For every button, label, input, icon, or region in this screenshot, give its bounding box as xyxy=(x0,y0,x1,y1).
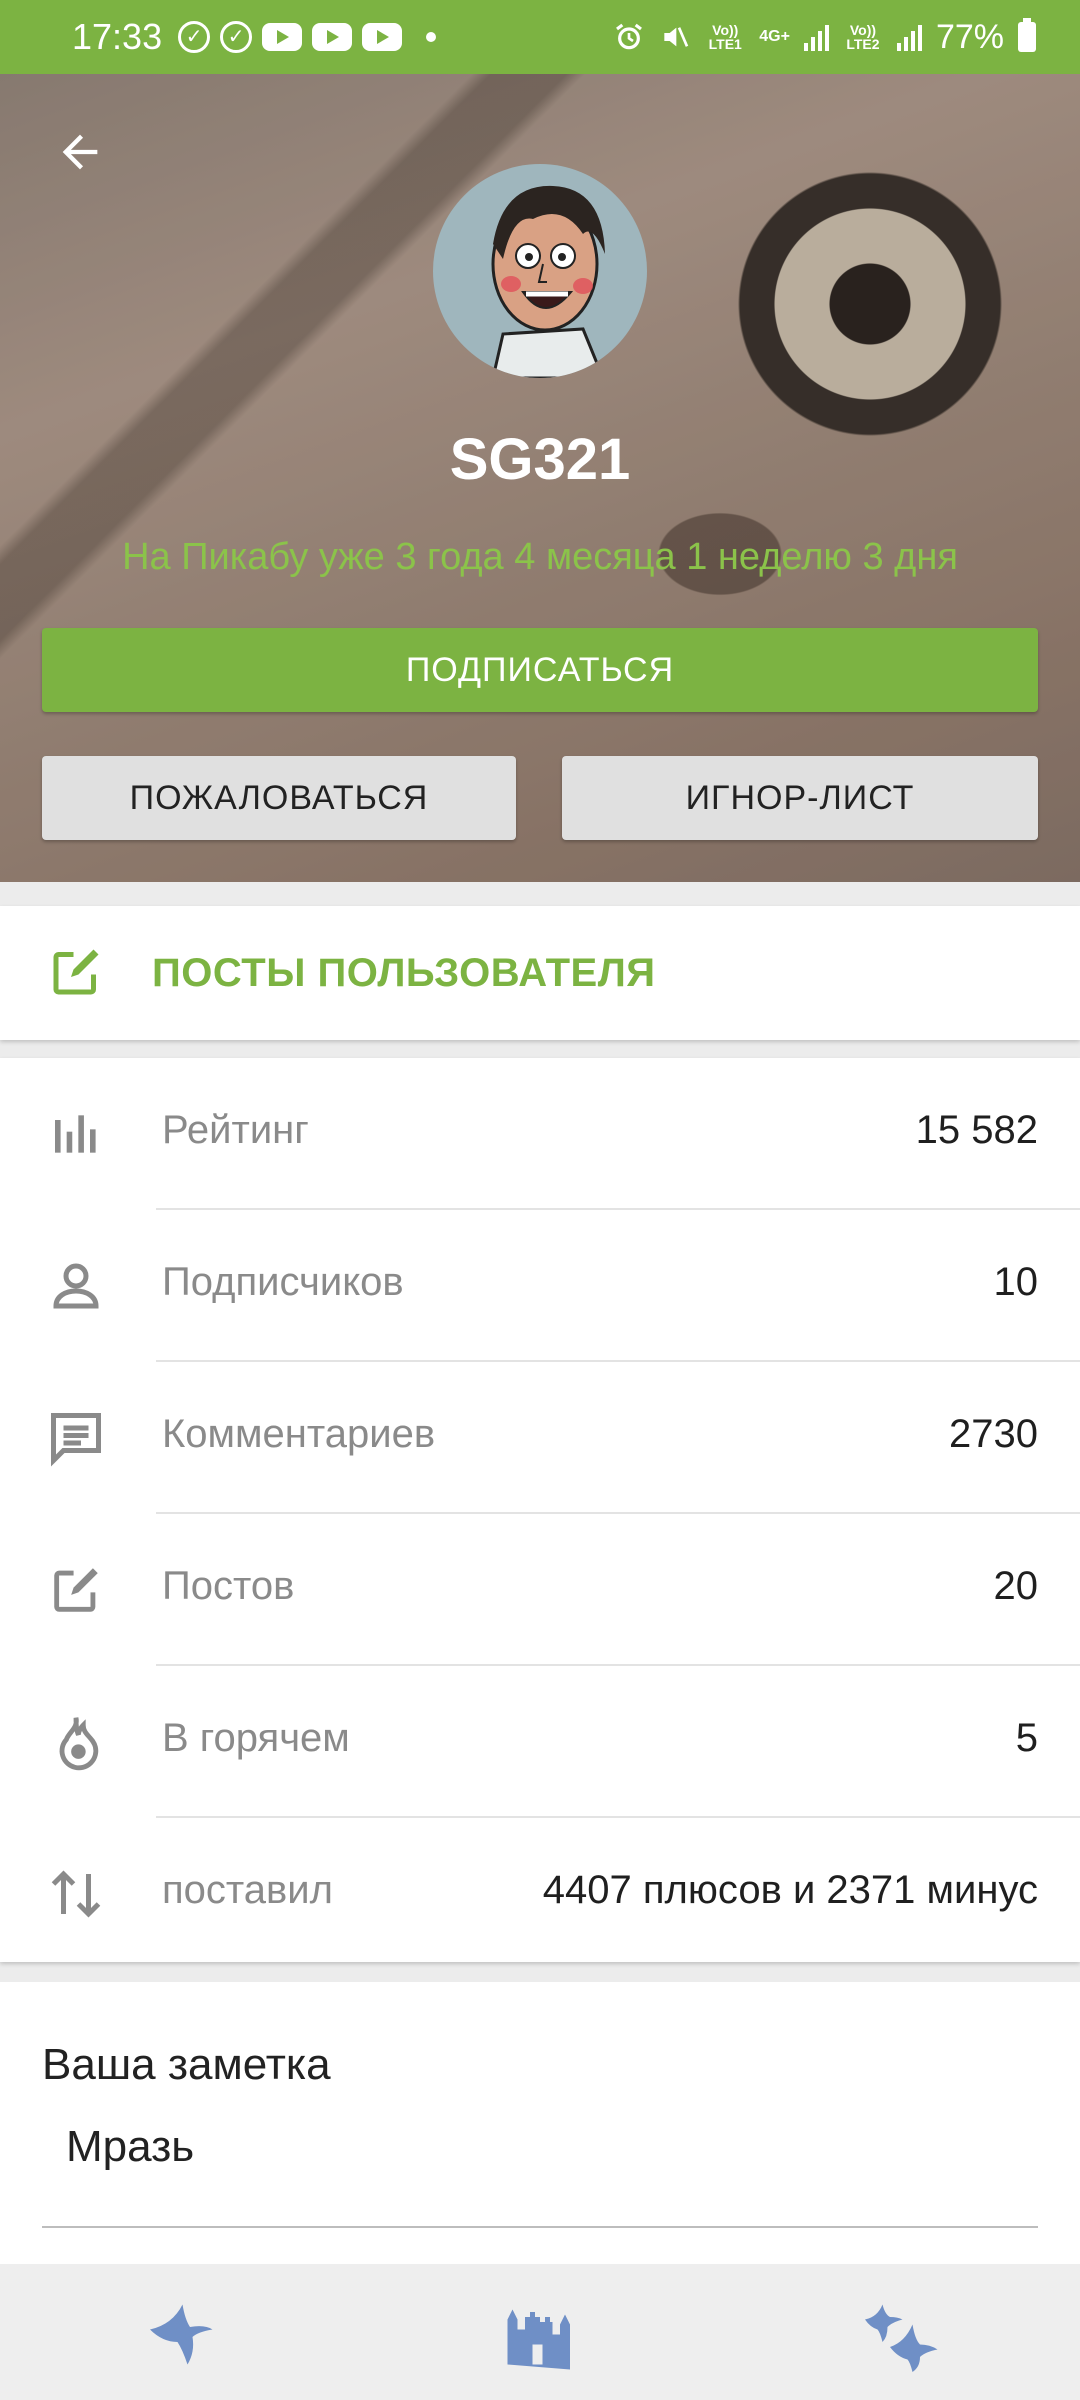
note-underline xyxy=(42,2226,1038,2228)
more-notifications-dot-icon xyxy=(426,32,437,42)
rating-icon xyxy=(44,1102,108,1166)
stat-value: 2730 xyxy=(949,1412,1038,1456)
comment-icon xyxy=(44,1406,108,1470)
sim2-network-label: Vo)) LTE2 xyxy=(846,22,880,52)
bird-icon xyxy=(150,2304,213,2365)
member-since-text: На Пикабу уже 3 года 4 месяца 1 неделю 3… xyxy=(122,536,958,578)
user-stats-card: Рейтинг 15 582 Подписчиков 10 Комментари… xyxy=(0,1058,1080,1962)
stat-row-rating: Рейтинг 15 582 xyxy=(0,1058,1080,1210)
profile-header: SG321 На Пикабу уже 3 года 4 месяца 1 не… xyxy=(0,74,1080,882)
ignore-list-button[interactable]: ИГНОР-ЛИСТ xyxy=(562,756,1038,840)
battery-percent: 77% xyxy=(935,17,1004,56)
avatar[interactable] xyxy=(433,164,647,378)
youtube-notification-icon xyxy=(362,23,403,51)
status-bar: 17:33 ✓ ✓ Vo)) LTE1 4G+ Vo)) LTE2 77% xyxy=(0,0,1080,74)
data-type-label: 4G+ xyxy=(759,28,790,45)
note-input[interactable]: Мразь xyxy=(66,2122,194,2172)
stat-label: Подписчиков xyxy=(162,1260,404,1304)
subscribe-button[interactable]: ПОДПИСАТЬСЯ xyxy=(42,628,1038,712)
youtube-notification-icon xyxy=(312,23,353,51)
stat-value: 10 xyxy=(993,1260,1039,1304)
sim1-network-label: Vo)) LTE1 xyxy=(708,22,742,52)
stat-label: В горячем xyxy=(162,1716,350,1760)
nav-birds-button[interactable] xyxy=(845,2277,955,2387)
edit-icon xyxy=(46,942,106,1007)
stat-label: Комментариев xyxy=(162,1412,436,1456)
battery-icon xyxy=(1018,18,1036,52)
check-notification-icon: ✓ xyxy=(220,21,253,53)
user-note-card: Ваша заметка Мразь xyxy=(0,1982,1080,2264)
stat-row-hot[interactable]: В горячем 5 xyxy=(0,1666,1080,1818)
stat-value: 15 582 xyxy=(915,1108,1038,1152)
sort-arrows-icon xyxy=(44,1862,108,1926)
check-notification-icon: ✓ xyxy=(178,21,211,53)
stat-label: поставил xyxy=(162,1868,333,1912)
signal-sim2-icon xyxy=(896,23,922,51)
mute-icon xyxy=(664,27,689,47)
flock-icon xyxy=(865,2304,938,2372)
nav-castle-button[interactable] xyxy=(485,2277,595,2387)
stat-row-posts[interactable]: Постов 20 xyxy=(0,1514,1080,1666)
note-title: Ваша заметка xyxy=(42,2040,331,2089)
bottom-navigation xyxy=(0,2264,1080,2400)
user-posts-label: ПОСТЫ ПОЛЬЗОВАТЕЛЯ xyxy=(152,950,656,995)
youtube-notification-icon xyxy=(262,23,303,51)
alarm-icon xyxy=(616,23,643,50)
stat-label: Рейтинг xyxy=(162,1108,309,1152)
status-time: 17:33 xyxy=(72,16,163,57)
stat-value: 20 xyxy=(993,1564,1039,1608)
stat-row-subscribers[interactable]: Подписчиков 10 xyxy=(0,1210,1080,1362)
flame-icon xyxy=(44,1710,108,1774)
back-button[interactable] xyxy=(52,124,108,180)
person-icon xyxy=(44,1254,108,1318)
stat-row-votes: поставил 4407 плюсов и 2371 минус xyxy=(0,1818,1080,1970)
stat-label: Постов xyxy=(162,1564,295,1608)
stat-value: 4407 плюсов и 2371 минус xyxy=(542,1868,1038,1912)
report-button[interactable]: ПОЖАЛОВАТЬСЯ xyxy=(42,756,516,840)
stat-row-comments[interactable]: Комментариев 2730 xyxy=(0,1362,1080,1514)
stat-value: 5 xyxy=(1015,1716,1038,1760)
signal-sim1-icon xyxy=(803,23,829,51)
username: SG321 xyxy=(449,427,631,492)
arrow-left-icon xyxy=(62,134,98,170)
user-posts-button[interactable]: ПОСТЫ ПОЛЬЗОВАТЕЛЯ xyxy=(0,906,1080,1040)
castle-icon xyxy=(507,2309,570,2370)
edit-icon xyxy=(44,1558,108,1622)
nav-bird-button[interactable] xyxy=(125,2277,235,2387)
